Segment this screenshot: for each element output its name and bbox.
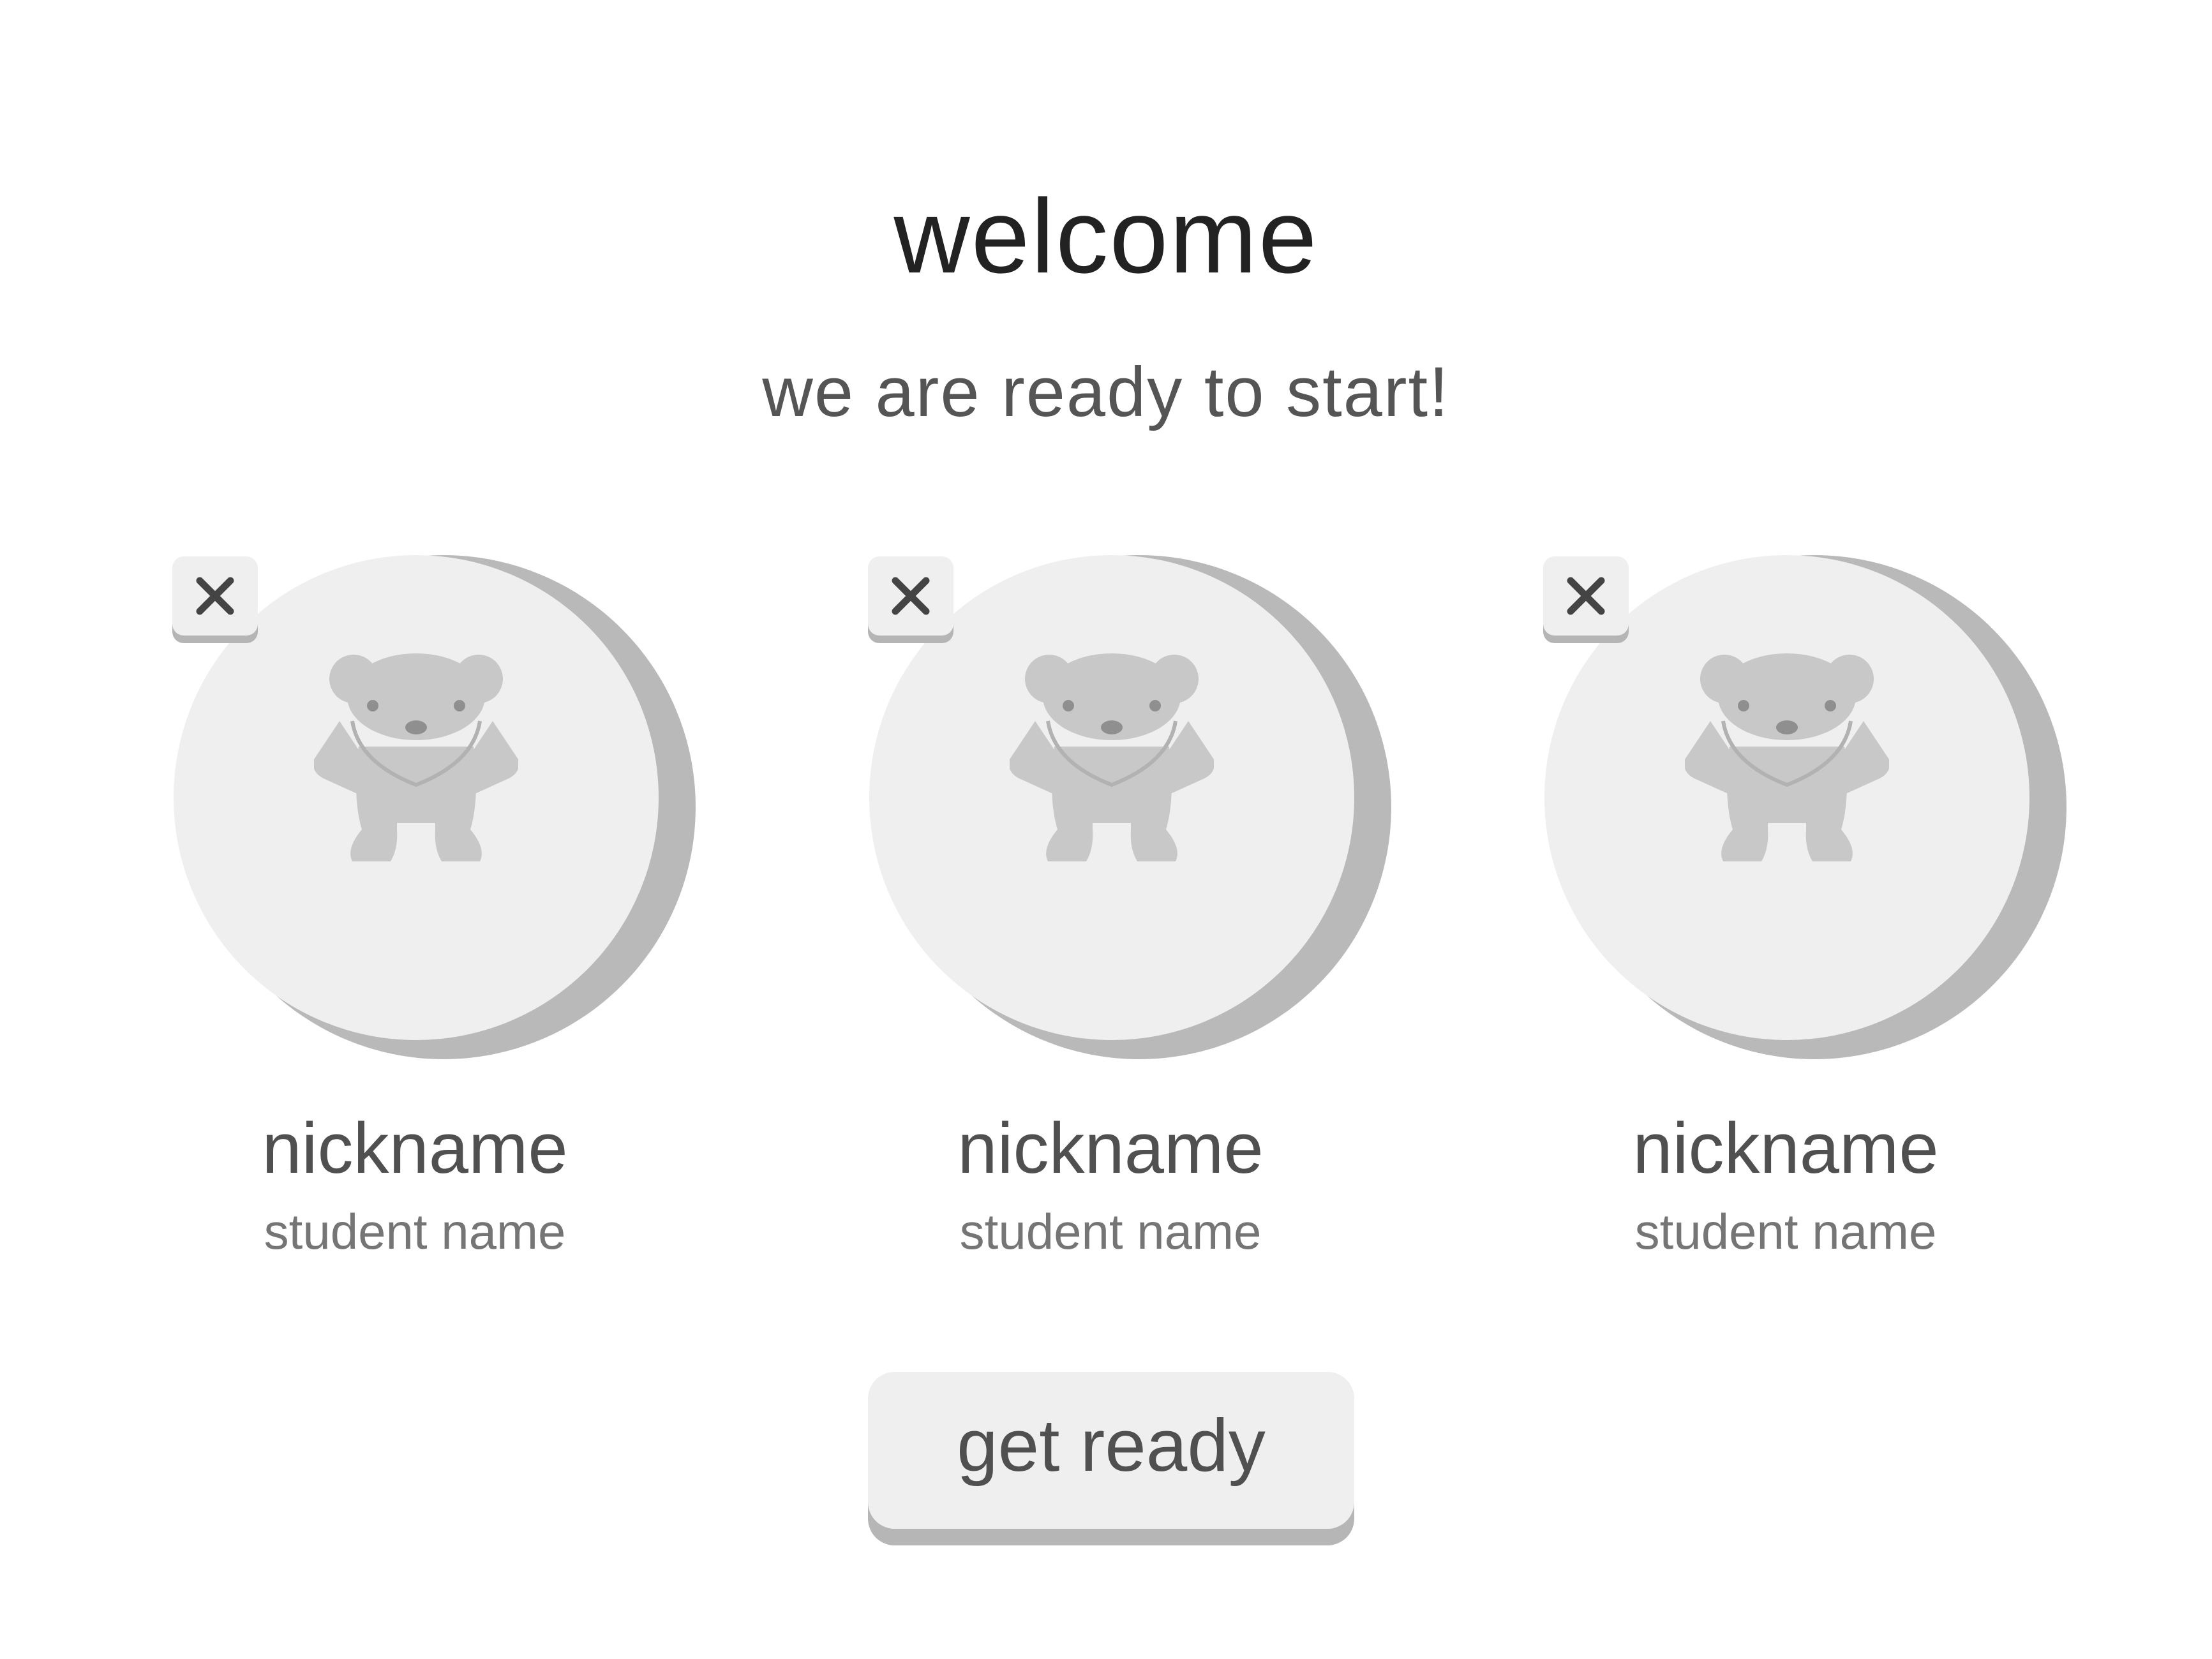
close-icon — [892, 577, 930, 615]
get-ready-label: get ready — [957, 1404, 1266, 1487]
get-ready-button[interactable]: get ready — [868, 1372, 1354, 1545]
close-icon — [1567, 577, 1605, 615]
player-student-name: student name — [1634, 1203, 1937, 1260]
player-nickname: nickname — [1633, 1108, 1939, 1188]
remove-player-button[interactable] — [172, 556, 258, 643]
player-card: nickname student name — [1371, 555, 2066, 1289]
teddy-bear-icon — [1685, 653, 1889, 861]
player-student-name: student name — [959, 1203, 1262, 1260]
remove-player-button[interactable] — [1543, 556, 1629, 643]
remove-player-button[interactable] — [868, 556, 953, 643]
player-nickname: nickname — [957, 1108, 1264, 1188]
close-icon — [196, 577, 234, 615]
teddy-bear-icon — [314, 653, 518, 861]
player-nickname: nickname — [262, 1108, 568, 1188]
player-card: nickname student name — [696, 555, 1391, 1289]
page-subtitle: we are ready to start! — [762, 353, 1450, 431]
page-title: welcome — [893, 177, 1319, 295]
teddy-bear-icon — [1010, 653, 1214, 861]
player-card: nickname student name — [0, 555, 696, 1289]
player-student-name: student name — [264, 1203, 566, 1260]
